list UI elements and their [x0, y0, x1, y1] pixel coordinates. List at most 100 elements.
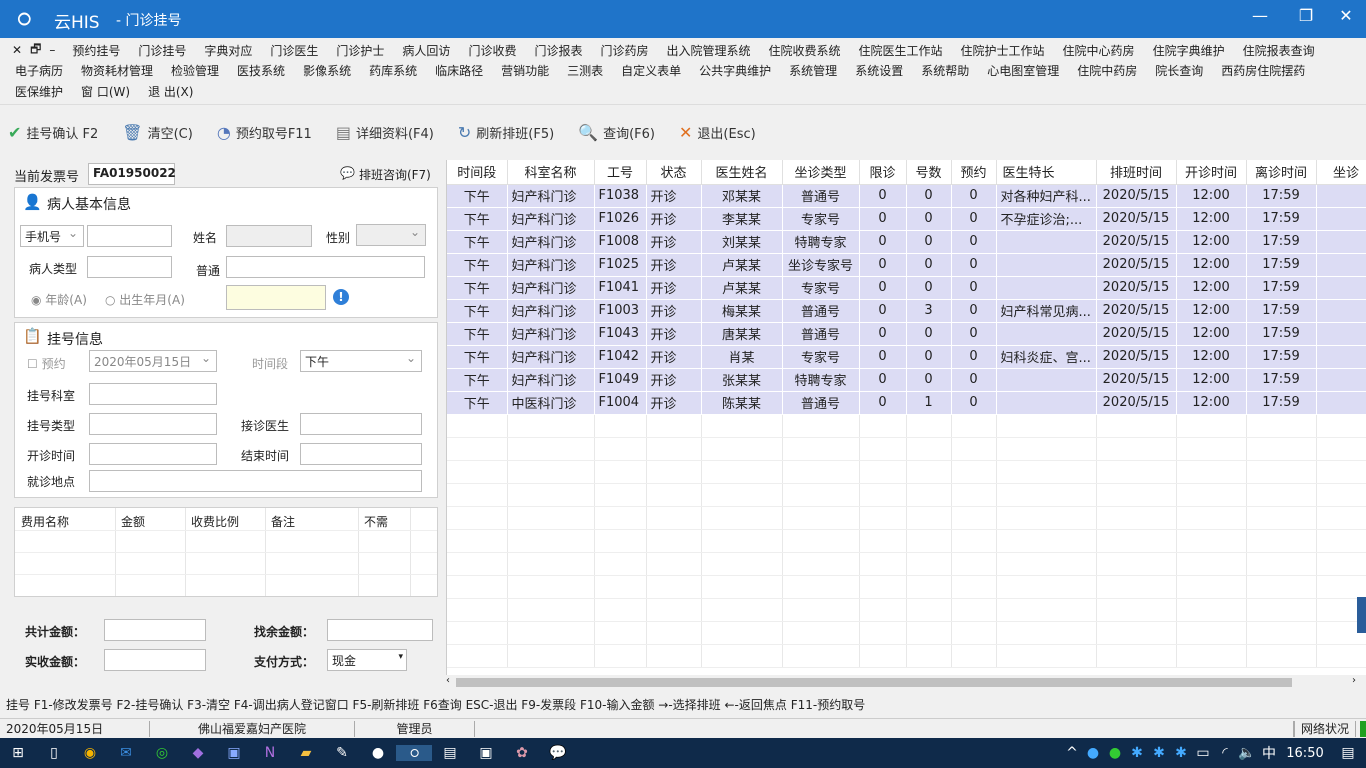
age-input[interactable]	[226, 285, 326, 310]
menu-item[interactable]: 西药房住院摆药	[1212, 62, 1314, 79]
menu-item[interactable]: 系统设置	[846, 62, 912, 79]
confirm-button[interactable]: ✔ 挂号确认 F2	[8, 123, 98, 142]
menu-item[interactable]: 门诊报表	[525, 42, 591, 59]
start-time-input[interactable]	[89, 443, 217, 465]
table-row[interactable]: 下午 妇产科门诊 F1008 开诊 刘某某 特聘专家 0 0 0 2020/5/15 12:00 17…	[447, 230, 1366, 254]
gender-select[interactable]	[356, 224, 426, 246]
app-pink-icon[interactable]: ✿	[504, 745, 540, 761]
column-header[interactable]: 坐诊	[1316, 160, 1366, 185]
app-dark-icon[interactable]: ●	[360, 745, 396, 761]
minimize-icon[interactable]: —	[1240, 6, 1280, 25]
save-app-icon[interactable]: ▣	[216, 745, 252, 761]
menu-item[interactable]: 医技系统	[228, 62, 294, 79]
change-input[interactable]	[327, 619, 433, 641]
menu-item[interactable]: 字典对应	[195, 42, 261, 59]
menu-item[interactable]: 门诊护士	[327, 42, 393, 59]
scroll-right-icon[interactable]: ›	[1352, 675, 1356, 686]
column-header[interactable]: 限诊	[859, 160, 907, 185]
patient-type-input[interactable]	[87, 256, 172, 278]
end-time-input[interactable]	[300, 443, 422, 465]
menu-item[interactable]: 临床路径	[426, 62, 492, 79]
table-row[interactable]: 下午 妇产科门诊 F1043 开诊 唐某某 普通号 0 0 0 2020/5/15 12:00 17:…	[447, 322, 1366, 346]
age-radio[interactable]: ◉ 年龄(A)	[31, 291, 87, 308]
menu-item[interactable]: 营销功能	[492, 62, 558, 79]
dept-input[interactable]	[89, 383, 217, 405]
onenote-icon[interactable]: N	[252, 745, 288, 761]
menu-item[interactable]: 窗 口(W)	[72, 83, 139, 100]
menu-item[interactable]: 住院收费系统	[760, 42, 850, 59]
tray-app-icon[interactable]: ●	[1082, 745, 1104, 761]
windows-start-icon[interactable]: ⊞	[0, 745, 36, 761]
vertical-scrollbar-thumb[interactable]	[1357, 597, 1366, 633]
doctor-input[interactable]	[300, 413, 422, 435]
close-icon[interactable]: ✕	[1326, 6, 1366, 25]
tray-icon-1[interactable]: ✱	[1126, 745, 1148, 761]
name-input[interactable]	[226, 225, 312, 247]
maximize-icon[interactable]: ❐	[1286, 6, 1326, 25]
table-row[interactable]: 下午 妇产科门诊 F1049 开诊 张某某 特聘专家 0 0 0 2020/5/15 12:00 17…	[447, 368, 1366, 392]
wechat-icon[interactable]: 💬	[540, 745, 576, 761]
table-row[interactable]: 下午 妇产科门诊 F1003 开诊 梅某某 普通号 0 3 0 妇产科常见病... 2020/5/1…	[447, 299, 1366, 323]
menu-item[interactable]: 出入院管理系统	[657, 42, 759, 59]
ime-indicator[interactable]: 中	[1258, 743, 1280, 763]
mdi-close-icon[interactable]: ✕	[0, 43, 26, 57]
table-row[interactable]: 下午 妇产科门诊 F1041 开诊 卢某某 专家号 0 0 0 2020/5/15 12:00 17:…	[447, 276, 1366, 300]
menu-item[interactable]: 住院中药房	[1068, 62, 1146, 79]
window-app-icon[interactable]: ▣	[468, 745, 504, 761]
query-button[interactable]: 🔍 查询(F6)	[578, 123, 655, 142]
tray-icon-3[interactable]: ✱	[1170, 745, 1192, 761]
visual-studio-icon[interactable]: ◆	[180, 745, 216, 761]
phone-input[interactable]	[87, 225, 172, 247]
volume-icon[interactable]: 🔈	[1236, 745, 1258, 761]
yunhis-icon[interactable]: ഠ	[396, 745, 432, 761]
file-explorer-icon[interactable]: ▰	[288, 745, 324, 761]
tray-expand-icon[interactable]: ^	[1062, 745, 1082, 761]
menu-item[interactable]: 系统管理	[780, 62, 846, 79]
menu-item[interactable]: 三测表	[558, 62, 612, 79]
date-picker[interactable]: 2020年05月15日	[89, 350, 217, 372]
menu-item[interactable]: 物资耗材管理	[72, 62, 162, 79]
menu-item[interactable]: 门诊收费	[459, 42, 525, 59]
table-row[interactable]: 下午 妇产科门诊 F1025 开诊 卢某某 坐诊专家号 0 0 0 2020/5/15 12:00 1…	[447, 253, 1366, 277]
notification-icon[interactable]: ▤	[1330, 745, 1366, 761]
column-header[interactable]: 科室名称	[507, 160, 595, 185]
reserve-button[interactable]: ◔ 预约取号F11	[217, 123, 312, 142]
normal-input[interactable]	[226, 256, 425, 278]
pay-method-select[interactable]: 现金 ▾	[327, 649, 407, 671]
notes-icon[interactable]: ✎	[324, 745, 360, 761]
menu-item[interactable]: 系统帮助	[912, 62, 978, 79]
column-header[interactable]: 坐诊类型	[782, 160, 860, 185]
menu-item[interactable]: 公共字典维护	[690, 62, 780, 79]
menu-item[interactable]: 退 出(X)	[139, 83, 202, 100]
scroll-left-icon[interactable]: ‹	[446, 675, 450, 686]
mdi-minimize-icon[interactable]: –	[45, 43, 63, 57]
menu-item[interactable]: 住院中心药房	[1054, 42, 1144, 59]
column-header[interactable]: 工号	[594, 160, 647, 185]
menu-item[interactable]: 门诊药房	[591, 42, 657, 59]
menu-item[interactable]: 门诊挂号	[129, 42, 195, 59]
menu-item[interactable]: 住院护士工作站	[952, 42, 1054, 59]
refresh-button[interactable]: ↻ 刷新排班(F5)	[458, 123, 554, 142]
tray-icon-2[interactable]: ✱	[1148, 745, 1170, 761]
outlook-icon[interactable]: ✉	[108, 745, 144, 761]
column-header[interactable]: 离诊时间	[1246, 160, 1317, 185]
menu-item[interactable]: 院长查询	[1146, 62, 1212, 79]
table-row[interactable]: 下午 妇产科门诊 F1042 开诊 肖某 专家号 0 0 0 妇科炎症、宫... 2020/5/15…	[447, 345, 1366, 369]
menu-item[interactable]: 电子病历	[6, 62, 72, 79]
menu-item[interactable]: 门诊医生	[261, 42, 327, 59]
task-view-icon[interactable]: ▯	[36, 745, 72, 761]
menu-item[interactable]: 自定义表单	[612, 62, 690, 79]
table-row[interactable]: 下午 中医科门诊 F1004 开诊 陈某某 普通号 0 1 0 2020/5/15 12:00 17:…	[447, 391, 1366, 415]
battery-icon[interactable]: ▭	[1192, 745, 1214, 761]
mdi-restore-icon[interactable]: 🗗	[26, 40, 45, 61]
exit-button[interactable]: ✕ 退出(Esc)	[679, 123, 756, 142]
clock[interactable]: 16:50	[1280, 746, 1330, 761]
horizontal-scrollbar[interactable]: ‹ ›	[446, 675, 1366, 690]
column-header[interactable]: 预约	[951, 160, 997, 185]
id-type-select[interactable]: 手机号	[20, 225, 84, 247]
app-green-icon[interactable]: ◎	[144, 745, 180, 761]
column-header[interactable]: 状态	[646, 160, 702, 185]
regtype-input[interactable]	[89, 413, 217, 435]
menu-item[interactable]: 病人回访	[393, 42, 459, 59]
menu-item[interactable]: 住院字典维护	[1144, 42, 1234, 59]
